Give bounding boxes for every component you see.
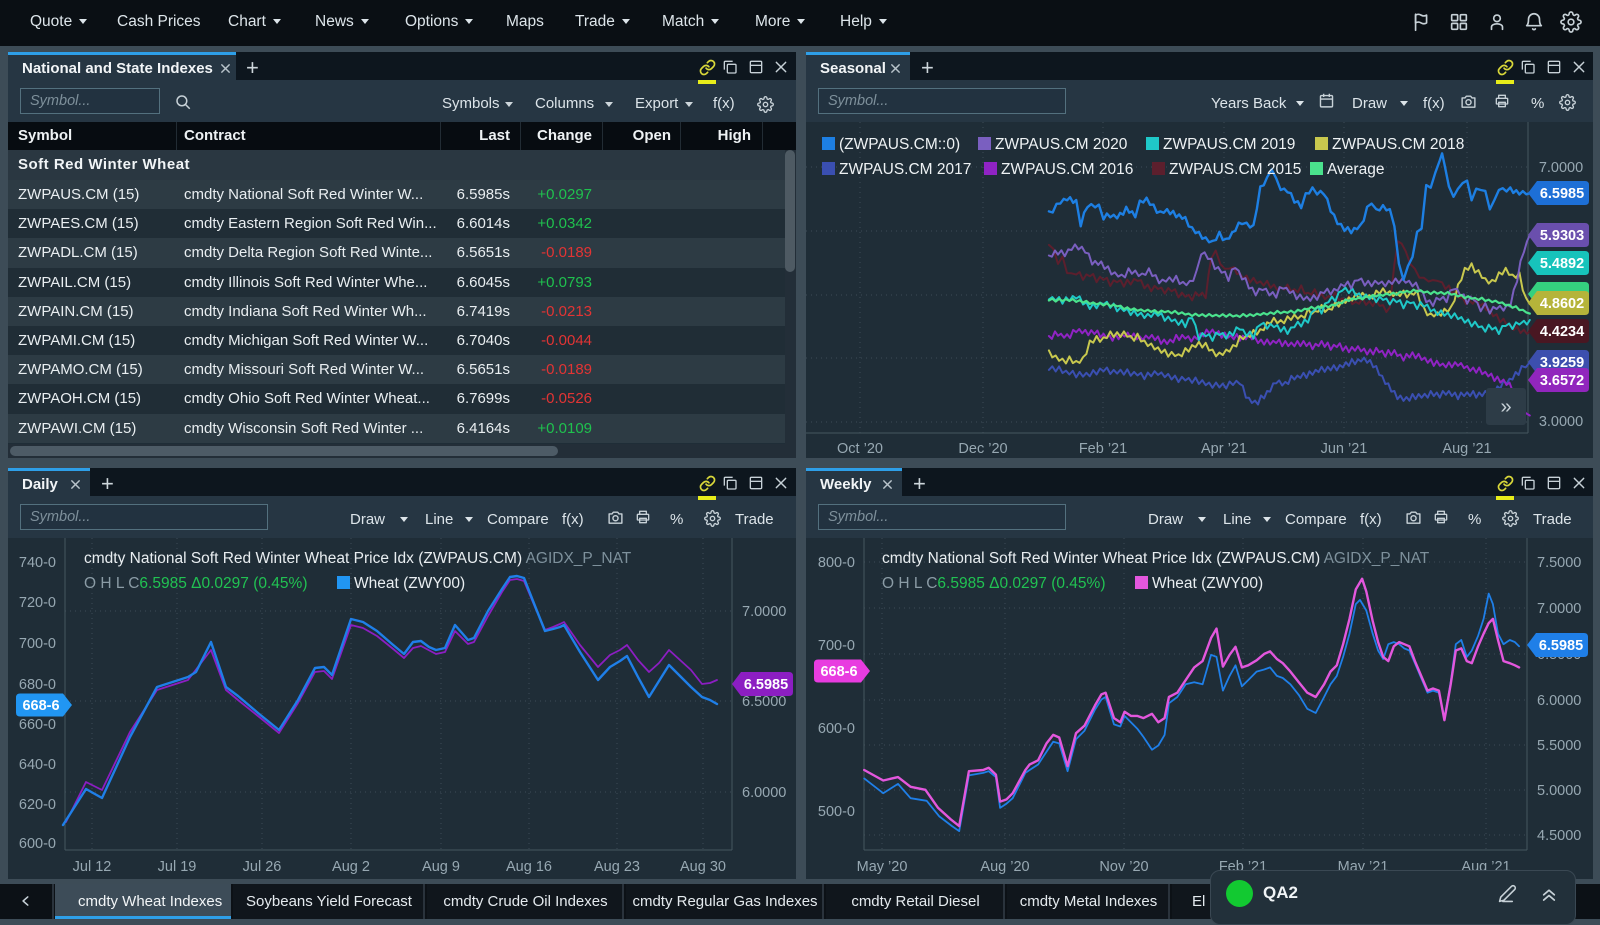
svg-text:ZWPAUS.CM 2016: ZWPAUS.CM 2016: [1001, 161, 1133, 178]
svg-text:Wheat (ZWY00): Wheat (ZWY00): [354, 575, 465, 592]
svg-text:Jul 26: Jul 26: [243, 859, 282, 875]
svg-text:640-0: 640-0: [19, 757, 56, 773]
svg-text:Average: Average: [1327, 161, 1384, 178]
svg-text:660-0: 660-0: [19, 717, 56, 733]
svg-text:Aug ’21: Aug ’21: [1442, 441, 1491, 457]
svg-text:Apr ’21: Apr ’21: [1201, 441, 1247, 457]
svg-text:620-0: 620-0: [19, 797, 56, 813]
svg-text:5.0000: 5.0000: [1537, 783, 1581, 799]
svg-text:»: »: [1500, 396, 1511, 418]
svg-text:5.9303: 5.9303: [1540, 228, 1584, 244]
svg-text:Aug ’20: Aug ’20: [980, 859, 1029, 875]
svg-text:Jul 19: Jul 19: [158, 859, 197, 875]
svg-text:3.6572: 3.6572: [1540, 373, 1584, 389]
svg-text:3.0000: 3.0000: [1539, 414, 1583, 430]
svg-text:ZWPAUS.CM 2020: ZWPAUS.CM 2020: [995, 136, 1128, 153]
svg-text:720-0: 720-0: [19, 595, 56, 611]
svg-text:700-0: 700-0: [19, 636, 56, 652]
svg-text:740-0: 740-0: [19, 555, 56, 571]
svg-text:cmdty National Soft Red Winter: cmdty National Soft Red Winter Wheat Pri…: [882, 550, 1430, 567]
svg-text:Nov ’20: Nov ’20: [1099, 859, 1148, 875]
svg-text:680-0: 680-0: [19, 677, 56, 693]
svg-text:O H L C6.5985 Δ0.0297 (0.45%): O H L C6.5985 Δ0.0297 (0.45%): [882, 575, 1105, 592]
svg-text:668-6: 668-6: [22, 698, 59, 714]
svg-text:Aug 2: Aug 2: [332, 859, 370, 875]
svg-text:7.0000: 7.0000: [1539, 160, 1583, 176]
svg-text:6.5000: 6.5000: [742, 694, 786, 710]
svg-text:O H L C6.5985 Δ0.0297 (0.45%): O H L C6.5985 Δ0.0297 (0.45%): [84, 575, 307, 592]
svg-text:ZWPAUS.CM 2015: ZWPAUS.CM 2015: [1169, 161, 1301, 178]
svg-text:Jun ’21: Jun ’21: [1321, 441, 1368, 457]
svg-text:500-0: 500-0: [818, 804, 855, 820]
svg-text:6.5985: 6.5985: [1539, 638, 1583, 654]
svg-text:4.4234: 4.4234: [1540, 324, 1584, 340]
svg-text:Dec ’20: Dec ’20: [958, 441, 1007, 457]
svg-text:4.8602: 4.8602: [1540, 296, 1584, 312]
svg-text:7.5000: 7.5000: [1537, 555, 1581, 571]
svg-text:Aug 9: Aug 9: [422, 859, 460, 875]
svg-text:May ’20: May ’20: [857, 859, 908, 875]
svg-text:Jul 12: Jul 12: [73, 859, 112, 875]
svg-text:7.0000: 7.0000: [742, 604, 786, 620]
svg-text:7.0000: 7.0000: [1537, 601, 1581, 617]
svg-text:4.5000: 4.5000: [1537, 828, 1581, 844]
svg-text:Wheat (ZWY00): Wheat (ZWY00): [1152, 575, 1263, 592]
svg-text:6.0000: 6.0000: [1537, 693, 1581, 709]
svg-text:6.5985: 6.5985: [1540, 186, 1584, 202]
svg-text:Aug 16: Aug 16: [506, 859, 552, 875]
svg-text:Feb ’21: Feb ’21: [1079, 441, 1127, 457]
svg-text:ZWPAUS.CM 2018: ZWPAUS.CM 2018: [1332, 136, 1464, 153]
svg-text:6.0000: 6.0000: [742, 785, 786, 801]
svg-text:5.5000: 5.5000: [1537, 738, 1581, 754]
svg-text:5.4892: 5.4892: [1540, 256, 1584, 272]
svg-text:ZWPAUS.CM 2019: ZWPAUS.CM 2019: [1163, 136, 1295, 153]
svg-text:600-0: 600-0: [19, 836, 56, 852]
svg-text:668-6: 668-6: [820, 664, 857, 680]
svg-text:(ZWPAUS.CM::0): (ZWPAUS.CM::0): [839, 136, 960, 153]
svg-text:700-0: 700-0: [818, 638, 855, 654]
svg-text:Aug 23: Aug 23: [594, 859, 640, 875]
svg-text:Aug 30: Aug 30: [680, 859, 726, 875]
svg-text:Oct ’20: Oct ’20: [837, 441, 883, 457]
svg-text:600-0: 600-0: [818, 721, 855, 737]
svg-text:cmdty National Soft Red Winter: cmdty National Soft Red Winter Wheat Pri…: [84, 550, 632, 567]
svg-text:800-0: 800-0: [818, 555, 855, 571]
svg-text:6.5985: 6.5985: [744, 677, 788, 693]
svg-text:ZWPAUS.CM 2017: ZWPAUS.CM 2017: [839, 161, 971, 178]
